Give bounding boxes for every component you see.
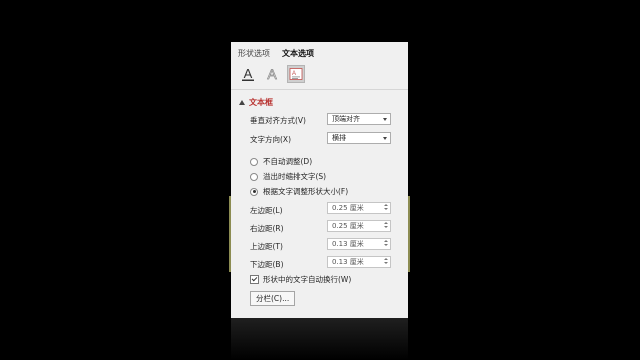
left-margin-value: 0.25 厘米 xyxy=(332,204,364,212)
right-margin-input[interactable]: 0.25 厘米 xyxy=(327,220,391,232)
checkbox-checked-icon xyxy=(250,275,259,284)
left-margin-input[interactable]: 0.25 厘米 xyxy=(327,202,391,214)
pane-reflection xyxy=(231,318,408,360)
autofit-option-label: 不自动调整(D) xyxy=(263,157,313,166)
spinner-arrows-icon[interactable] xyxy=(384,222,388,228)
right-margin-row: 右边距(R) xyxy=(250,223,284,234)
svg-text:A: A xyxy=(267,66,277,82)
spinner-arrows-icon[interactable] xyxy=(384,240,388,246)
bottom-margin-value: 0.13 厘米 xyxy=(332,258,364,266)
text-fill-icon[interactable]: A xyxy=(239,65,257,83)
text-options-icons: A A A xyxy=(239,65,305,83)
radio-icon xyxy=(250,157,258,166)
tab-shape-options[interactable]: 形状选项 xyxy=(238,48,270,59)
top-margin-input[interactable]: 0.13 厘米 xyxy=(327,238,391,250)
bottom-margin-input[interactable]: 0.13 厘米 xyxy=(327,256,391,268)
tab-text-options[interactable]: 文本选项 xyxy=(282,48,314,59)
top-margin-row: 上边距(T) xyxy=(250,241,283,252)
divider xyxy=(231,89,408,90)
left-margin-label: 左边距(L) xyxy=(250,206,283,215)
section-title: 文本框 xyxy=(249,98,273,107)
top-margin-label: 上边距(T) xyxy=(250,242,283,251)
radio-selected-icon xyxy=(250,187,258,196)
textbox-section-header[interactable]: 文本框 xyxy=(239,97,273,108)
text-direction-label: 文字方向(X) xyxy=(250,135,291,144)
vertical-align-value: 顶端对齐 xyxy=(332,115,360,123)
format-shape-pane: 形状选项 文本选项 A A A 文本框 垂直对齐方式(V) 顶端对齐 文字方向(… xyxy=(231,42,408,318)
textbox-icon[interactable]: A xyxy=(287,65,305,83)
text-direction-select[interactable]: 横排 xyxy=(327,132,391,144)
chevron-down-icon xyxy=(383,118,387,121)
chevron-down-icon xyxy=(383,137,387,140)
collapse-triangle-icon xyxy=(239,100,245,105)
left-margin-row: 左边距(L) xyxy=(250,205,283,216)
right-margin-label: 右边距(R) xyxy=(250,224,284,233)
autofit-option-label: 溢出时缩排文字(S) xyxy=(263,172,327,181)
vertical-align-label: 垂直对齐方式(V) xyxy=(250,116,306,125)
autofit-option-none[interactable]: 不自动调整(D) xyxy=(250,156,312,167)
vertical-align-select[interactable]: 顶端对齐 xyxy=(327,113,391,125)
autofit-option-label: 根据文字调整形状大小(F) xyxy=(263,187,349,196)
spinner-arrows-icon[interactable] xyxy=(384,258,388,264)
svg-text:A: A xyxy=(292,71,296,77)
spinner-arrows-icon[interactable] xyxy=(384,204,388,210)
wrap-text-label: 形状中的文字自动换行(W) xyxy=(263,275,352,284)
wrap-text-checkbox[interactable]: 形状中的文字自动换行(W) xyxy=(250,274,351,285)
text-direction-value: 横排 xyxy=(332,134,346,142)
text-direction-row: 文字方向(X) xyxy=(250,134,291,145)
top-margin-value: 0.13 厘米 xyxy=(332,240,364,248)
svg-text:A: A xyxy=(244,66,253,81)
text-outline-icon[interactable]: A xyxy=(263,65,281,83)
columns-button[interactable]: 分栏(C)... xyxy=(250,291,296,306)
autofit-option-resize[interactable]: 根据文字调整形状大小(F) xyxy=(250,186,348,197)
right-margin-value: 0.25 厘米 xyxy=(332,222,364,230)
radio-icon xyxy=(250,172,258,181)
vertical-align-row: 垂直对齐方式(V) xyxy=(250,115,306,126)
bottom-margin-row: 下边距(B) xyxy=(250,259,284,270)
options-tabs: 形状选项 文本选项 xyxy=(238,48,314,59)
bottom-margin-label: 下边距(B) xyxy=(250,260,284,269)
autofit-option-shrink[interactable]: 溢出时缩排文字(S) xyxy=(250,171,326,182)
